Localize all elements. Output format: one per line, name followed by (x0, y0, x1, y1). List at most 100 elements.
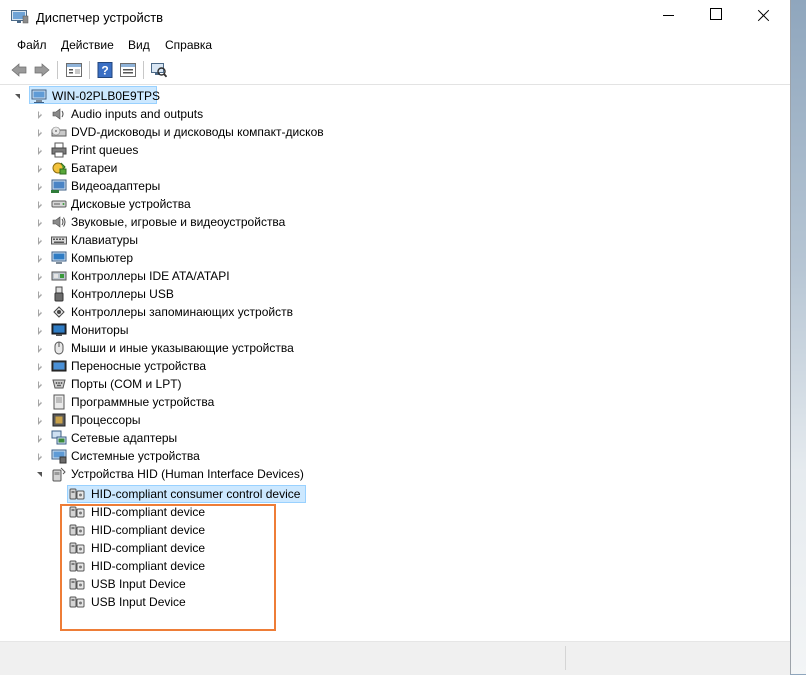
tree-category-label: Видеоадаптеры (71, 179, 161, 193)
status-bar-divider (565, 646, 566, 670)
tree-category-label: Устройства HID (Human Interface Devices) (71, 467, 304, 481)
tree-category[interactable]: Контроллеры IDE ATA/ATAPI (3, 267, 503, 285)
expand-icon[interactable] (37, 146, 43, 155)
tree-category[interactable]: Программные устройства (3, 393, 503, 411)
tree-category-label: Дисковые устройства (71, 197, 191, 211)
mouse-icon (54, 341, 64, 355)
expand-icon[interactable] (37, 452, 43, 461)
tree-root[interactable]: WIN-02PLB0E9TPS (3, 86, 403, 105)
tree-category[interactable]: Контроллеры запоминающих устройств (3, 303, 503, 321)
toolbar-separator (89, 61, 90, 79)
expand-icon[interactable] (37, 398, 43, 407)
status-bar (0, 641, 790, 675)
menu-action[interactable]: Действие (61, 38, 114, 52)
tree-category-label: Сетевые адаптеры (71, 431, 178, 445)
printer-icon (51, 142, 67, 158)
tree-category[interactable]: Audio inputs and outputs (3, 105, 503, 123)
expand-icon[interactable] (37, 416, 43, 425)
tree-category[interactable]: Батареи (3, 159, 503, 177)
tree-category[interactable]: Print queues (3, 141, 503, 159)
tree-category-label: Порты (COM и LPT) (71, 377, 182, 391)
tree-category[interactable]: Устройства HID (Human Interface Devices) (3, 465, 503, 483)
back-icon[interactable] (11, 62, 27, 78)
help-icon[interactable]: ? (97, 62, 113, 78)
tree-category[interactable]: Сетевые адаптеры (3, 429, 503, 447)
tree-category[interactable]: Дисковые устройства (3, 195, 503, 213)
expand-icon[interactable] (37, 380, 43, 389)
toolbar: ? (0, 56, 790, 85)
expand-icon[interactable] (37, 164, 43, 173)
tree-category[interactable]: Контроллеры USB (3, 285, 503, 303)
scan-hardware-icon[interactable] (151, 62, 167, 78)
tree-category-label: Клавиатуры (71, 233, 138, 247)
monitor-icon (51, 323, 67, 336)
properties-icon[interactable] (66, 62, 82, 78)
tree-category[interactable]: Порты (COM и LPT) (3, 375, 503, 393)
dvd-drive-icon (51, 126, 67, 137)
expand-icon[interactable] (37, 308, 43, 317)
tree-category-label: DVD-дисководы и дисководы компакт-дисков (71, 125, 324, 139)
expand-icon[interactable] (37, 344, 43, 353)
window-title: Диспетчер устройств (36, 10, 164, 25)
maximize-button[interactable] (692, 0, 738, 30)
tree-category[interactable]: Системные устройства (3, 447, 503, 465)
close-button[interactable] (740, 0, 786, 30)
computer-icon (51, 251, 67, 264)
tree-category[interactable]: Переносные устройства (3, 357, 503, 375)
tree-category[interactable]: Мониторы (3, 321, 503, 339)
device-manager-icon (11, 10, 29, 24)
expand-icon[interactable] (37, 110, 43, 119)
display-adapter-icon (51, 179, 67, 193)
expand-icon[interactable] (37, 218, 43, 227)
expand-icon[interactable] (37, 200, 43, 209)
svg-text:?: ? (101, 64, 108, 78)
expand-icon[interactable] (37, 434, 43, 443)
tree-category[interactable]: Компьютер (3, 249, 503, 267)
menu-view[interactable]: Вид (128, 38, 150, 52)
expand-icon[interactable] (37, 272, 43, 281)
expand-icon[interactable] (37, 362, 43, 371)
expand-icon[interactable] (37, 182, 43, 191)
portable-device-icon (51, 360, 67, 372)
tree-category-label: Audio inputs and outputs (71, 107, 204, 121)
usb-icon (54, 286, 64, 302)
tree-category[interactable]: DVD-дисководы и дисководы компакт-дисков (3, 123, 503, 141)
computer-name: WIN-02PLB0E9TPS (52, 89, 161, 103)
expand-icon[interactable] (37, 128, 43, 137)
collapse-icon[interactable] (15, 92, 21, 100)
tree-category[interactable]: Клавиатуры (3, 231, 503, 249)
expand-icon[interactable] (37, 254, 43, 263)
tree-category[interactable]: Звуковые, игровые и видеоустройства (3, 213, 503, 231)
network-adapter-icon (51, 430, 67, 445)
software-device-icon (53, 394, 65, 410)
system-device-icon (51, 449, 67, 464)
computer-icon (31, 89, 47, 103)
annotation-highlight-box (60, 504, 276, 631)
expand-icon[interactable] (37, 290, 43, 299)
minimize-button[interactable] (646, 0, 692, 30)
storage-controller-icon (53, 306, 65, 318)
tree-device[interactable]: HID-compliant consumer control device (67, 485, 369, 503)
processor-icon (52, 413, 66, 427)
tree-category-label: Процессоры (71, 413, 141, 427)
tree-category-label: Мыши и иные указывающие устройства (71, 341, 294, 355)
toolbar-separator (143, 61, 144, 79)
tree-category[interactable]: Мыши и иные указывающие устройства (3, 339, 503, 357)
ide-controller-icon (51, 271, 67, 281)
expand-icon[interactable] (37, 236, 43, 245)
menu-file[interactable]: Файл (17, 38, 47, 52)
disk-drive-icon (51, 200, 67, 208)
details-icon[interactable] (120, 62, 136, 78)
collapse-icon[interactable] (37, 470, 43, 478)
tree-category-label: Переносные устройства (71, 359, 207, 373)
tree-category-label: Звуковые, игровые и видеоустройства (71, 215, 286, 229)
tree-category-label: Print queues (71, 143, 139, 157)
tree-category[interactable]: Процессоры (3, 411, 503, 429)
menu-help[interactable]: Справка (165, 38, 212, 52)
forward-icon[interactable] (34, 62, 50, 78)
tree-category-label: Компьютер (71, 251, 134, 265)
expand-icon[interactable] (37, 326, 43, 335)
title-bar[interactable]: Диспетчер устройств (0, 0, 790, 34)
tree-category-label: Контроллеры запоминающих устройств (71, 305, 293, 319)
tree-category[interactable]: Видеоадаптеры (3, 177, 503, 195)
